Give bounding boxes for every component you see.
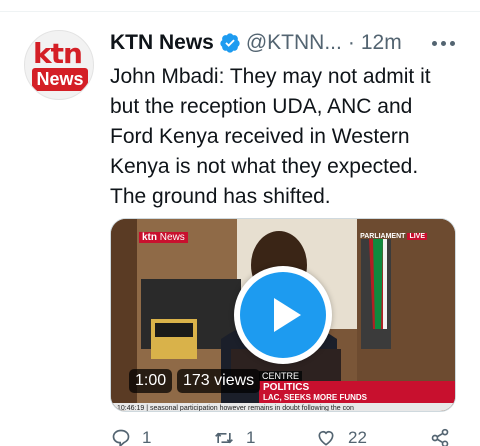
retweet-icon [215,432,233,444]
live-badge: LIVE [407,233,427,240]
heart-icon [318,430,334,446]
reply-button[interactable]: 1 [110,428,151,446]
tweet-text: John Mbadi: They may not admit it but th… [110,65,431,208]
channel-bug: ktn News [139,232,188,243]
more-dot [431,40,437,46]
header-separator: · [347,31,355,54]
video-duration: 1:00 [129,369,173,393]
video-view-count: 173 views [177,369,261,393]
play-icon [240,272,326,358]
more-dot [449,40,455,46]
like-button[interactable]: 22 [314,428,367,446]
tweet-timestamp[interactable]: 12m [361,31,402,55]
parliament-label: PARLIAMENT LIVE [360,233,427,240]
lower-third-title: POLITICS [263,382,310,393]
retweet-button[interactable]: 1 [212,428,255,446]
lower-third-subtitle: LAC, SEEKS MORE FUNDS [263,393,368,402]
like-count: 22 [348,428,367,446]
retweet-count: 1 [246,428,256,446]
verified-badge-icon [220,33,240,53]
share-icon [431,428,449,446]
avatar[interactable]: ktn News [24,30,94,100]
news-ticker: 10:46:19 | seasonal participation howeve… [111,403,455,411]
reply-icon [112,429,130,446]
author-name[interactable]: KTN News [110,31,214,55]
tweet-actions: 1 1 22 [110,428,460,446]
tweet-header: KTN News @KTNN... · 12m [110,30,460,56]
play-button[interactable] [234,266,332,364]
top-divider [0,0,480,12]
video-player[interactable]: ktn News PARLIAMENT LIVE CENTRE POLITICS … [110,218,456,412]
lower-third: POLITICS LAC, SEEKS MORE FUNDS [259,381,455,405]
avatar-logo-text: ktn [33,37,83,70]
avatar-logo-badge: News [32,68,88,91]
author-handle[interactable]: @KTNN... [246,31,342,55]
reply-count: 1 [142,428,152,446]
share-button[interactable] [428,428,452,446]
more-dot [440,40,446,46]
more-options-icon[interactable] [428,30,458,56]
